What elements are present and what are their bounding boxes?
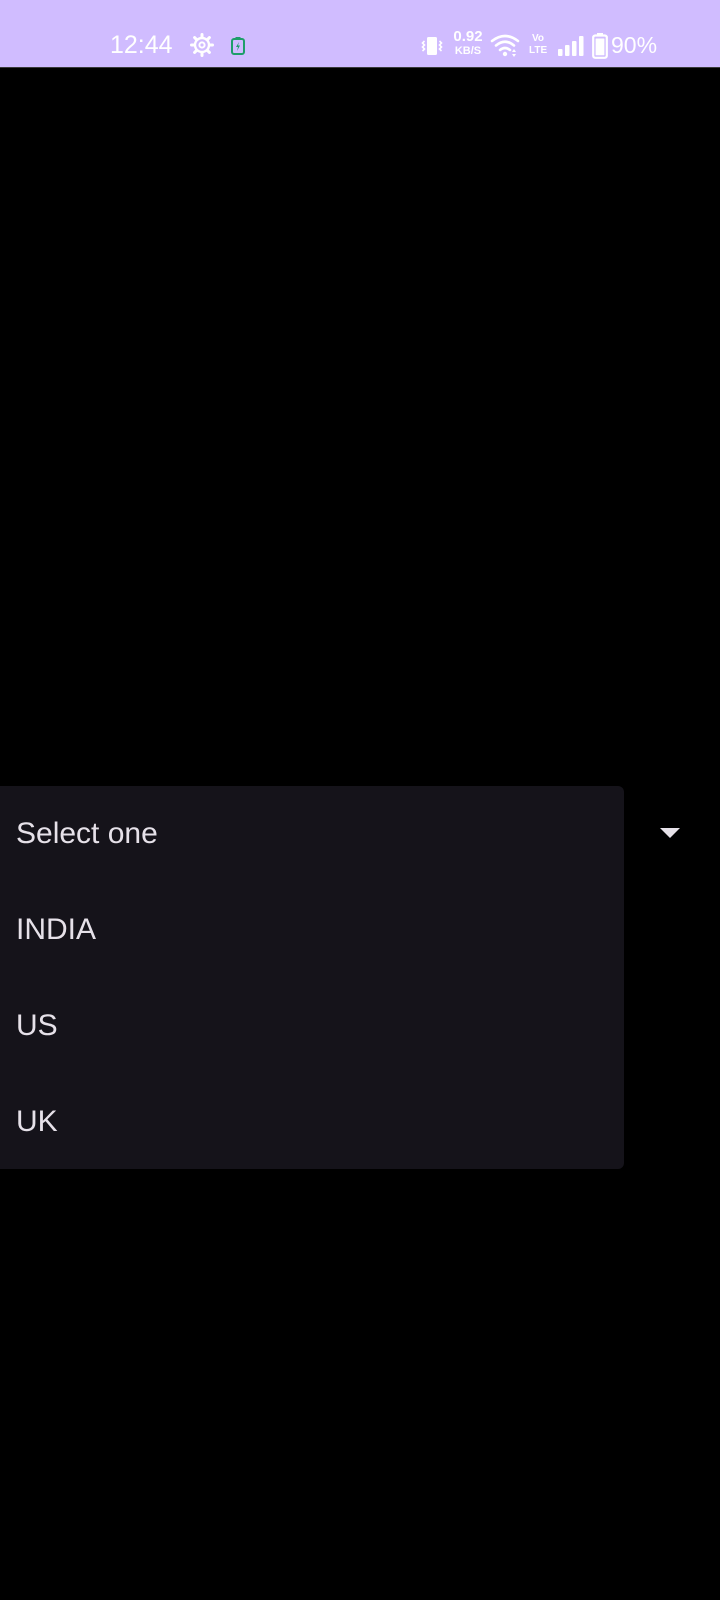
network-speed: 0.92 KB/S xyxy=(450,28,486,58)
network-speed-unit: KB/S xyxy=(454,45,482,57)
volte-icon: Vo LTE xyxy=(529,33,547,57)
volte-bottom-label: LTE xyxy=(529,45,548,56)
dropdown-arrow-icon[interactable] xyxy=(660,828,680,838)
vibrate-icon xyxy=(421,37,443,55)
status-bar: 12:44 0.92 KB/S Vo LTE 90% xyxy=(0,0,720,68)
battery-percent: 90% xyxy=(611,32,658,58)
network-speed-value: 0.92 xyxy=(453,28,483,45)
dropdown-option-us[interactable]: US xyxy=(0,978,624,1074)
dropdown-option-india[interactable]: INDIA xyxy=(0,882,624,978)
gear-icon xyxy=(190,33,214,57)
battery-icon xyxy=(592,33,608,59)
dropdown-popup: Select one INDIA US UK xyxy=(0,786,624,1169)
signal-icon xyxy=(558,36,584,56)
status-time: 12:44 xyxy=(110,31,173,59)
dropdown-option-select-one[interactable]: Select one xyxy=(0,786,624,882)
battery-charging-icon xyxy=(231,37,245,55)
dropdown-option-uk[interactable]: UK xyxy=(0,1074,624,1170)
volte-top-label: Vo xyxy=(531,33,545,44)
wifi-icon xyxy=(490,34,520,57)
